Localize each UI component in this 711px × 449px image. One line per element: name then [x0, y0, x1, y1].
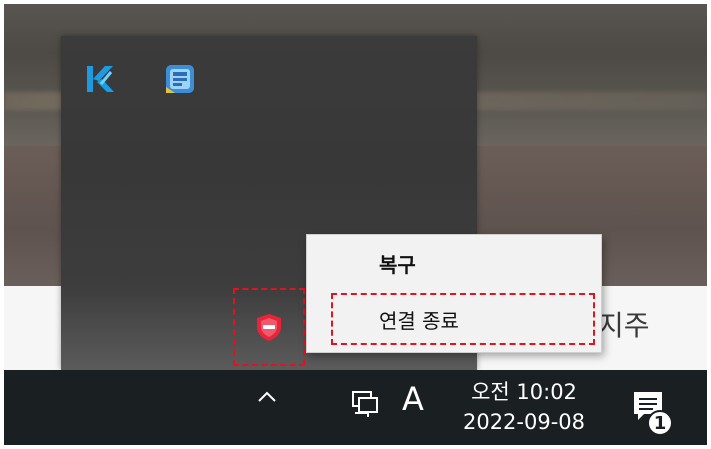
menu-item-restore[interactable]: 복구 — [307, 241, 601, 285]
notification-count-badge: 1 — [653, 413, 667, 434]
menu-item-restore-label: 복구 — [379, 252, 416, 277]
red-shield-icon — [257, 314, 281, 341]
show-hidden-icons-button[interactable] — [254, 384, 280, 417]
action-center-button[interactable]: 1 — [626, 386, 678, 438]
ime-indicator[interactable]: A — [402, 380, 424, 418]
blue-app-icon[interactable] — [163, 62, 197, 96]
network-button[interactable] — [349, 386, 383, 420]
menu-item-disconnect-label: 연결 종료 — [379, 308, 459, 333]
menu-item-disconnect[interactable]: 연결 종료 — [331, 293, 595, 345]
k-app-icon[interactable] — [83, 62, 117, 96]
clock-date[interactable]: 2022-09-08 — [450, 410, 598, 434]
taskbar: A 오전 10:02 2022-09-08 1 — [4, 370, 707, 445]
screen-frame: 지주 복구 연결 종료 A 오전 10:02 2022-09-08 1 — [4, 4, 707, 445]
background-window-text: 지주 — [598, 309, 650, 342]
context-menu: 복구 연결 종료 — [306, 234, 602, 353]
chevron-up-icon — [258, 391, 276, 402]
network-wired-icon — [352, 391, 378, 417]
clock-time[interactable]: 오전 10:02 — [456, 376, 592, 406]
highlighted-tray-icon-box[interactable] — [233, 288, 305, 366]
